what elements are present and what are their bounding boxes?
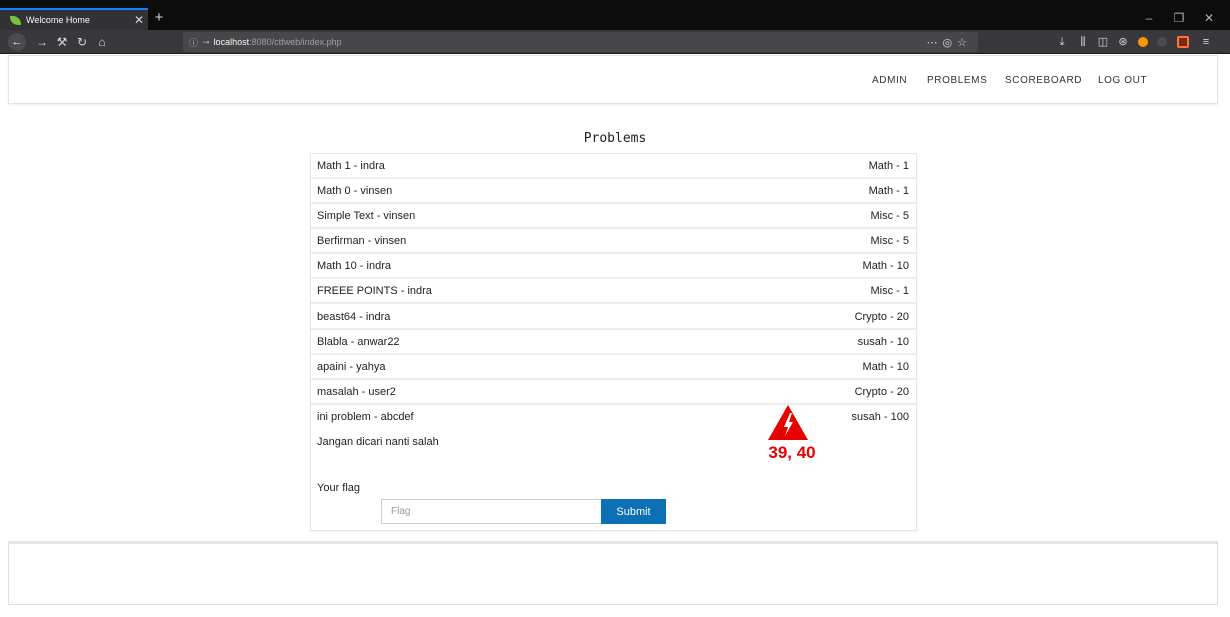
nav-logout-link[interactable]: LOG OUT: [1098, 75, 1147, 86]
problem-name: Math 10 - indra: [317, 260, 391, 272]
problem-name: Math 0 - vinsen: [317, 185, 393, 197]
extension-orange-icon[interactable]: [1138, 37, 1148, 47]
problem-name: Simple Text - vinsen: [317, 210, 416, 222]
tab-title: Welcome Home: [26, 15, 90, 25]
library-icon[interactable]: ⫼: [1075, 33, 1091, 51]
address-bar[interactable]: ⓘ ⊸ localhost :8080/ctfweb/index.php ⋯◎☆: [183, 32, 978, 52]
problem-row[interactable]: FREEE POINTS - indra Misc - 1: [311, 279, 916, 304]
back-arrow-icon[interactable]: ←: [8, 33, 26, 51]
wrench-icon[interactable]: ⚒: [53, 33, 71, 51]
problem-name: Berfirman - vinsen: [317, 235, 407, 247]
problem-name: Blabla - anwar22: [317, 336, 400, 348]
problem-category: susah - 100: [851, 411, 909, 423]
site-navbar: ADMIN PROBLEMS SCOREBOARD LOG OUT: [8, 55, 1218, 104]
warning-triangle-icon: [768, 405, 808, 440]
problem-row[interactable]: Simple Text - vinsen Misc - 5: [311, 204, 916, 229]
reload-icon[interactable]: ↻: [73, 33, 91, 51]
restore-button[interactable]: ❐: [1164, 8, 1194, 28]
site-info-icon[interactable]: ⓘ: [189, 36, 198, 49]
problem-category: Crypto - 20: [854, 311, 909, 323]
forward-arrow-icon[interactable]: →: [33, 33, 51, 51]
browser-toolbar: ← → ⚒ ↻ ⌂ ⓘ ⊸ localhost :8080/ctfweb/ind…: [0, 30, 1230, 54]
problem-description: Jangan dicari nanti salah: [317, 436, 439, 448]
problem-name: ini problem - abcdef: [317, 411, 414, 423]
problem-name: apaini - yahya: [317, 361, 386, 373]
problem-row[interactable]: beast64 - indra Crypto - 20: [311, 305, 916, 330]
nav-scoreboard-link[interactable]: SCOREBOARD: [1005, 75, 1082, 86]
problem-category: Misc - 5: [870, 210, 910, 222]
extension-box-icon[interactable]: [1177, 36, 1189, 48]
page-title: Problems: [583, 131, 647, 146]
browser-tab[interactable]: Welcome Home ✕: [0, 8, 148, 30]
problem-category: Misc - 5: [870, 235, 910, 247]
hamburger-menu-icon[interactable]: ≡: [1198, 33, 1214, 51]
problem-name: FREEE POINTS - indra: [317, 285, 432, 297]
problem-row[interactable]: Math 10 - indra Math - 10: [311, 254, 916, 279]
new-tab-button[interactable]: +: [152, 8, 166, 28]
problem-category: Math - 1: [868, 160, 909, 172]
problem-row[interactable]: masalah - user2 Crypto - 20: [311, 380, 916, 405]
nav-problems-link[interactable]: PROBLEMS: [927, 75, 987, 86]
url-path: :8080/ctfweb/index.php: [249, 37, 342, 47]
problem-row[interactable]: Blabla - anwar22 susah - 10: [311, 330, 916, 355]
close-window-button[interactable]: ✕: [1194, 8, 1224, 28]
problems-list: Math 1 - indra Math - 1 Math 0 - vinsen …: [310, 153, 917, 531]
tab-close-icon[interactable]: ✕: [130, 13, 148, 27]
problem-row-expanded[interactable]: ini problem - abcdef susah - 100: [311, 405, 916, 430]
problem-category: susah - 10: [857, 336, 909, 348]
key-icon: ⊸: [202, 36, 210, 47]
page-actions-icons[interactable]: ⋯◎☆: [927, 36, 972, 49]
home-icon[interactable]: ⌂: [93, 33, 111, 51]
minimize-button[interactable]: –: [1134, 8, 1164, 28]
sidebar-icon[interactable]: ◫: [1095, 33, 1111, 51]
problem-row[interactable]: Math 1 - indra Math - 1: [311, 154, 916, 179]
problem-row[interactable]: Math 0 - vinsen Math - 1: [311, 179, 916, 204]
shield-icon[interactable]: ⊛: [1115, 33, 1131, 51]
click-marker: 39, 40: [762, 403, 822, 463]
marker-label: 39, 40: [768, 443, 816, 462]
download-icon[interactable]: ⤓: [1054, 33, 1070, 51]
submit-button[interactable]: Submit: [601, 499, 666, 524]
problem-category: Math - 10: [862, 260, 909, 272]
flag-label: Your flag: [317, 482, 361, 494]
problem-row[interactable]: Berfirman - vinsen Misc - 5: [311, 229, 916, 254]
footer-panel: [8, 541, 1218, 605]
problem-category: Math - 10: [862, 361, 909, 373]
problem-category: Misc - 1: [870, 285, 910, 297]
site-favicon-icon: [10, 15, 21, 25]
problem-category: Math - 1: [868, 185, 909, 197]
problem-row[interactable]: apaini - yahya Math - 10: [311, 355, 916, 380]
flag-input[interactable]: [381, 499, 602, 524]
url-host: localhost: [213, 37, 250, 47]
extension-gray-icon[interactable]: [1157, 37, 1167, 47]
browser-tab-bar: Welcome Home ✕ + – ❐ ✕: [0, 0, 1230, 30]
problem-name: Math 1 - indra: [317, 160, 385, 172]
problem-name: beast64 - indra: [317, 311, 391, 323]
nav-admin-link[interactable]: ADMIN: [872, 75, 907, 86]
problem-category: Crypto - 20: [854, 386, 909, 398]
problem-name: masalah - user2: [317, 386, 396, 398]
